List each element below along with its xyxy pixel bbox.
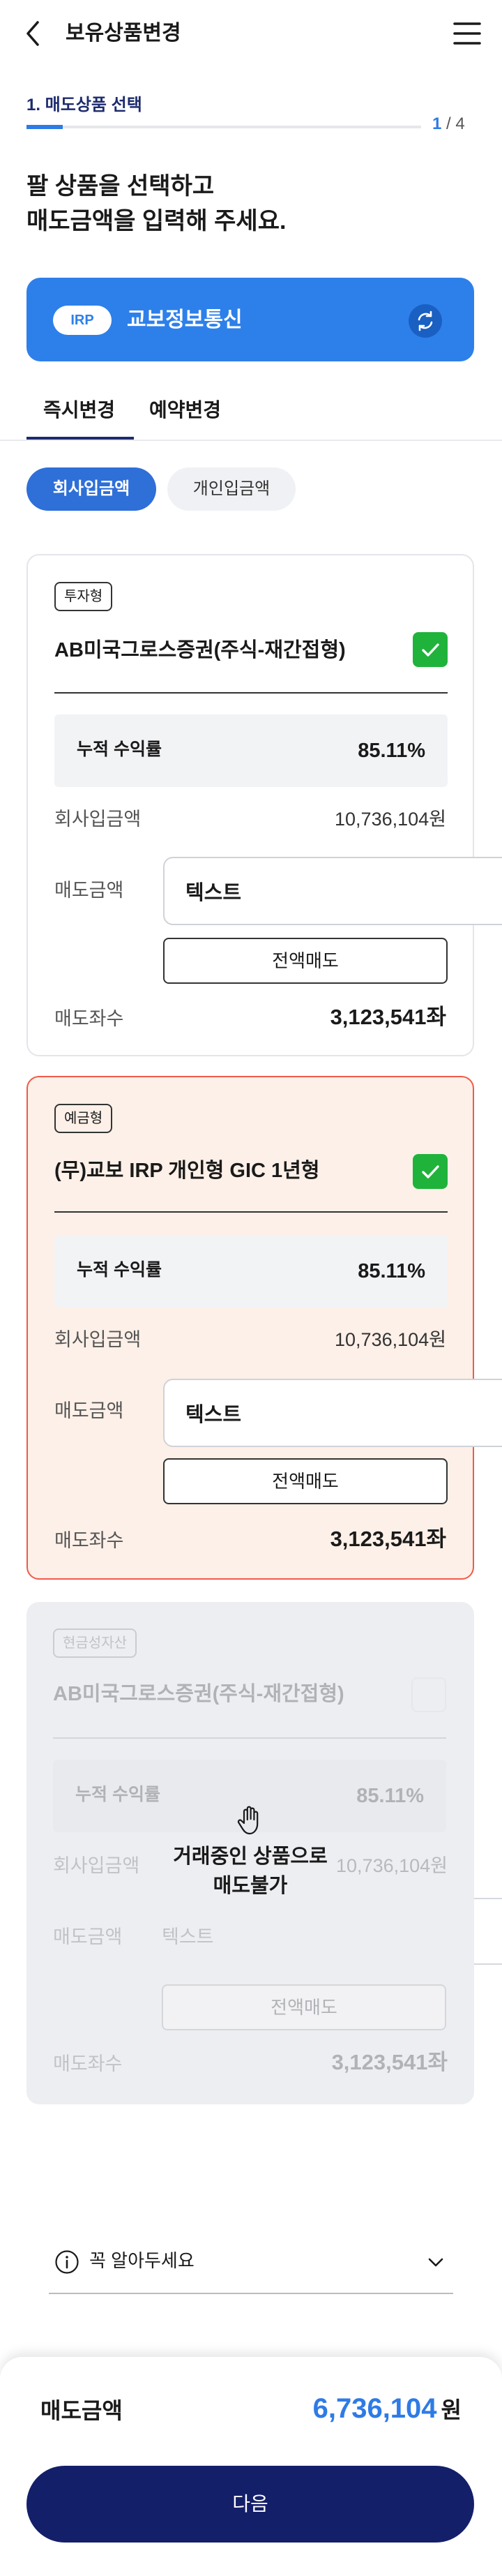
chip-personal-deposit[interactable]: 개인입금액: [167, 467, 296, 511]
tab-immediate-change[interactable]: 즉시변경: [43, 395, 115, 426]
sell-units-value: 3,123,541좌: [331, 2050, 448, 2074]
deposit-label: 회사입금액: [54, 809, 142, 830]
product-card[interactable]: 투자형 AB미국그로스증권(주식-재간접형) 누적 수익률 85.11% 회사입…: [26, 554, 502, 1056]
notice-accordion[interactable]: 꼭 알아두세요: [49, 2230, 453, 2294]
total-sell-label: 매도금액: [40, 2398, 123, 2423]
account-name: 교보정보통신: [127, 308, 243, 331]
account-type-badge: IRP: [53, 306, 112, 335]
sell-units-value: 3,123,541좌: [330, 1527, 446, 1551]
tab-reserved-change[interactable]: 예약변경: [149, 395, 221, 426]
account-banner[interactable]: IRP 교보정보통신: [26, 278, 474, 361]
return-value: 85.11%: [358, 740, 425, 762]
app-header: 보유상품변경: [0, 0, 502, 67]
product-card-selected[interactable]: 예금형 (무)교보 IRP 개인형 GIC 1년형 누적 수익률 85.11% …: [26, 1076, 502, 1580]
product-name: (무)교보 IRP 개인형 GIC 1년형: [54, 1160, 320, 1182]
checkbox-checked-icon[interactable]: [413, 1154, 448, 1189]
deposit-label: 회사입금액: [54, 1329, 142, 1350]
product-type-tag: 현금성자산: [53, 1628, 137, 1658]
step-label: 1. 매도상품 선택: [26, 96, 142, 114]
return-value: 85.11%: [358, 1260, 425, 1282]
input-edge: [474, 1898, 502, 1965]
return-label: 누적 수익률: [77, 740, 162, 759]
notice-title: 꼭 알아두세요: [89, 2250, 195, 2271]
product-type-tag: 투자형: [54, 582, 113, 611]
chevron-down-icon[interactable]: [425, 2254, 446, 2270]
deposit-value: 10,736,104원: [335, 809, 446, 830]
divider: [54, 1211, 448, 1213]
sell-amount-input[interactable]: [163, 857, 502, 925]
deposit-value: 10,736,104원: [335, 1329, 446, 1350]
sell-amount-label: 매도금액: [53, 1926, 123, 1947]
sell-amount-label: 매도금액: [54, 1400, 124, 1421]
sell-units-label: 매도좌수: [53, 2053, 123, 2074]
chip-company-deposit[interactable]: 회사입금액: [26, 467, 156, 511]
step-progress-fill: [26, 125, 63, 129]
next-button[interactable]: 다음: [26, 2466, 474, 2543]
sell-amount-label: 매도금액: [54, 880, 124, 901]
sell-all-button: 전액매도: [162, 1984, 446, 2030]
product-name: AB미국그로스증권(주식-재간접형): [54, 639, 346, 661]
sell-units-value: 3,123,541좌: [330, 1005, 446, 1029]
sell-amount-input[interactable]: [163, 1379, 502, 1447]
unavailable-message: 거래중인 상품으로 매도불가: [173, 1845, 328, 1897]
info-icon: [55, 2250, 79, 2274]
step-progress-track: [26, 126, 421, 128]
sell-units-label: 매도좌수: [54, 1008, 124, 1029]
sell-units-label: 매도좌수: [54, 1530, 124, 1551]
return-label: 누적 수익률: [75, 1785, 160, 1804]
chevron-left-icon[interactable]: [21, 18, 46, 49]
product-name: AB미국그로스증권(주식-재간접형): [53, 1683, 344, 1705]
checkbox-unchecked-icon: [411, 1677, 446, 1712]
return-box: 누적 수익률 85.11%: [54, 714, 448, 787]
divider: [54, 692, 448, 694]
total-sell-value: 6,736,104 원: [312, 2393, 462, 2424]
refresh-icon[interactable]: [409, 304, 442, 338]
bottom-summary-sheet: 매도금액 6,736,104 원 다음: [0, 2357, 502, 2576]
return-box: 누적 수익률 85.11%: [54, 1235, 448, 1308]
return-value: 85.11%: [356, 1785, 424, 1807]
notice-divider: [49, 2293, 453, 2294]
sell-all-button[interactable]: 전액매도: [163, 1458, 448, 1504]
divider: [53, 1737, 446, 1739]
instruction-headline: 팔 상품을 선택하고 매도금액을 입력해 주세요.: [26, 173, 287, 234]
sell-all-button[interactable]: 전액매도: [163, 938, 448, 984]
product-card-disabled: 현금성자산 AB미국그로스증권(주식-재간접형) 누적 수익률 85.11% 회…: [26, 1602, 474, 2104]
active-tab-indicator: [26, 437, 134, 440]
checkbox-checked-icon[interactable]: [413, 632, 448, 667]
hand-stop-icon: [237, 1806, 259, 1835]
step-count: 1 / 4: [432, 114, 465, 133]
hamburger-menu-icon[interactable]: [452, 20, 482, 47]
sell-amount-input: 텍스트: [162, 1926, 214, 1947]
tabs-divider: [0, 440, 502, 441]
page-title: 보유상품변경: [66, 22, 181, 45]
return-label: 누적 수익률: [77, 1260, 162, 1280]
product-type-tag: 예금형: [54, 1104, 113, 1133]
